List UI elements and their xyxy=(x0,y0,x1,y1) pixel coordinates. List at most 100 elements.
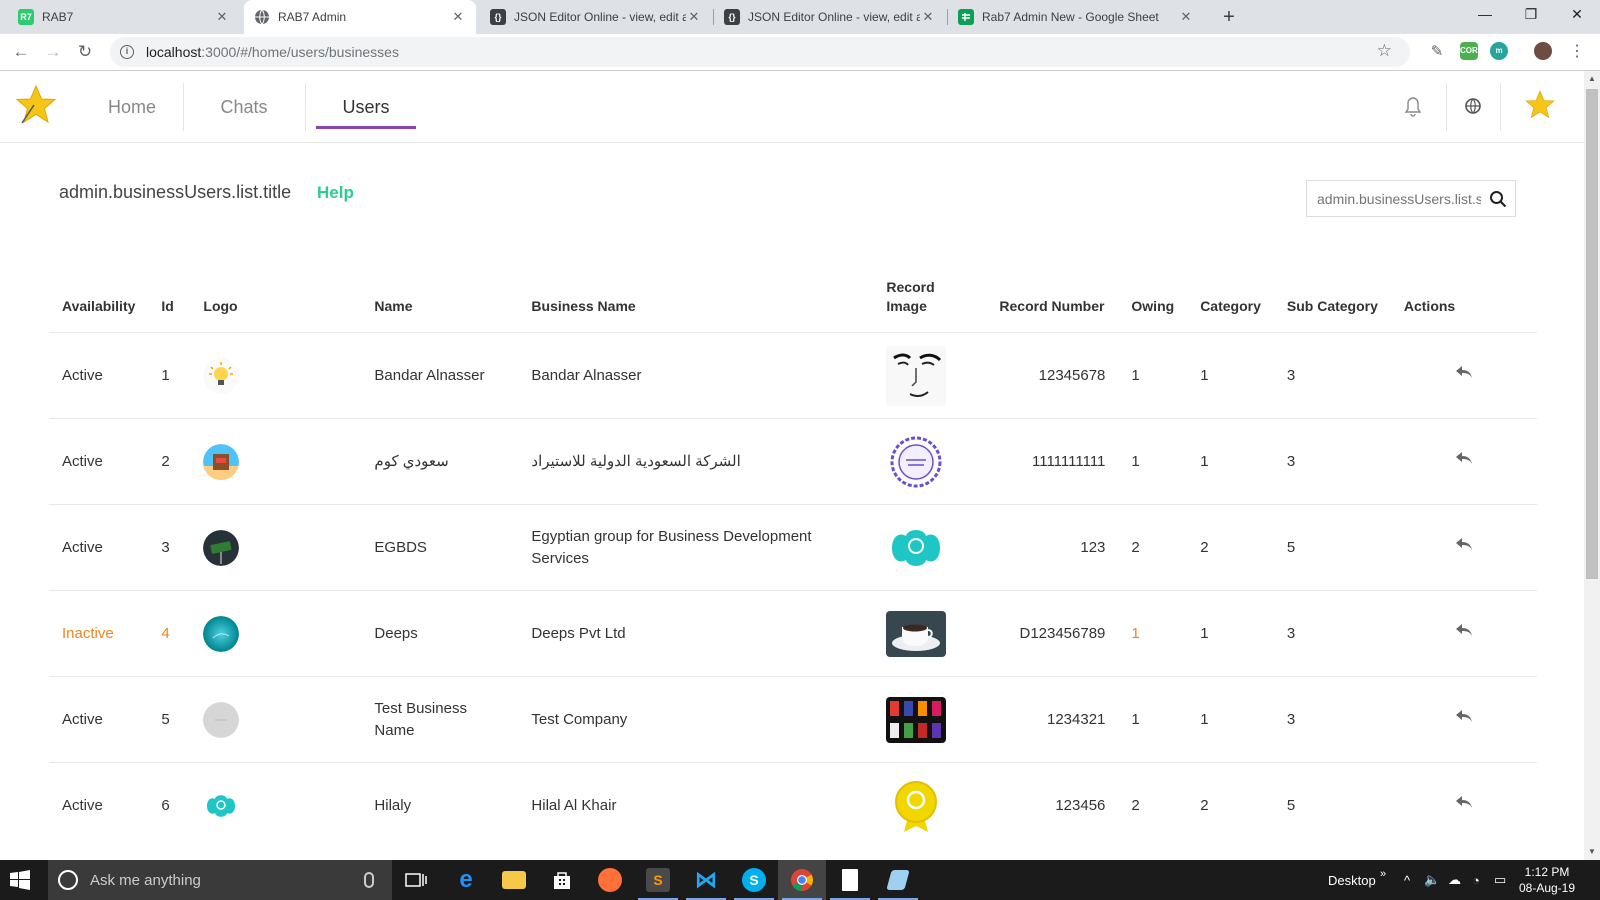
face-sketch-record-image[interactable] xyxy=(886,345,947,406)
desktop-toolbar-label[interactable]: Desktop xyxy=(1328,860,1376,900)
owing-cell: 2 xyxy=(1118,762,1188,849)
address-bar[interactable]: i localhost:3000/#/home/users/businesses… xyxy=(110,37,1410,67)
availability-cell: Inactive xyxy=(49,590,149,677)
owing-cell: 1 xyxy=(1118,590,1188,677)
column-header-actions: Actions xyxy=(1403,298,1456,314)
six-months-logo-icon xyxy=(203,787,240,824)
system-clock[interactable]: 1:12 PM 08-Aug-19 xyxy=(1512,864,1582,896)
microphone-icon[interactable] xyxy=(364,872,374,888)
table-row[interactable]: Inactive 4 Deeps Deeps Pvt Ltd D12345678… xyxy=(49,590,1537,677)
nav-home[interactable]: Home xyxy=(82,71,182,143)
reply-arrow-icon[interactable] xyxy=(1454,450,1474,466)
actions-cell xyxy=(1390,590,1537,677)
table-row[interactable]: Active 1 Bandar Alnasser Bandar Alnasser… xyxy=(49,332,1537,419)
column-header-owing[interactable]: Owing xyxy=(1118,278,1187,333)
table-row[interactable]: Active 6 Hilaly Hilal Al Khair 123456 2 … xyxy=(49,762,1537,849)
nav-divider xyxy=(183,83,184,131)
nav-users[interactable]: Users xyxy=(316,71,416,143)
snipping-tool-icon[interactable] xyxy=(874,860,922,900)
browser-menu-icon[interactable]: ⋮ xyxy=(1564,39,1590,65)
bookmark-star-icon[interactable]: ☆ xyxy=(1377,41,1392,61)
windows-start-icon[interactable] xyxy=(10,870,30,890)
scroll-thumb[interactable] xyxy=(1586,89,1598,579)
browser-tab-rab7[interactable]: R7 RAB7 ✕ xyxy=(8,0,240,34)
close-tab-icon[interactable]: ✕ xyxy=(686,9,702,25)
action-center-icon[interactable]: ▭ xyxy=(1494,860,1506,900)
close-tab-icon[interactable]: ✕ xyxy=(1178,9,1194,25)
edge-browser-icon[interactable]: e xyxy=(442,860,490,900)
sublime-text-icon[interactable]: S xyxy=(634,860,682,900)
color-grid-record-image[interactable] xyxy=(886,696,947,743)
profile-avatar[interactable] xyxy=(1534,42,1552,60)
task-view-icon[interactable] xyxy=(392,860,440,900)
reply-arrow-icon[interactable] xyxy=(1454,708,1474,724)
scroll-up-icon[interactable]: ▲ xyxy=(1584,71,1600,87)
wifi-icon[interactable]: ◔ xyxy=(1472,860,1480,900)
site-info-icon[interactable]: i xyxy=(120,45,134,59)
cors-extension-icon[interactable]: CORS xyxy=(1460,42,1483,60)
search-input[interactable] xyxy=(1317,190,1481,207)
minimize-window-icon[interactable]: — xyxy=(1462,0,1508,30)
restore-window-icon[interactable]: ❐ xyxy=(1508,0,1554,30)
browser-tab-google-sheet[interactable]: Rab7 Admin New - Google Sheet ✕ xyxy=(948,0,1204,34)
firefox-icon[interactable] xyxy=(586,860,634,900)
notepad-icon[interactable] xyxy=(826,860,874,900)
chrome-icon[interactable] xyxy=(778,860,826,900)
new-tab-button[interactable]: + xyxy=(1216,4,1242,30)
file-explorer-icon[interactable] xyxy=(490,860,538,900)
coffee-cup-record-image[interactable] xyxy=(886,610,947,657)
m-extension-icon[interactable]: m xyxy=(1490,42,1508,60)
toolbar-expand-icon[interactable]: » xyxy=(1380,854,1386,894)
reply-arrow-icon[interactable] xyxy=(1454,364,1474,380)
reply-arrow-icon[interactable] xyxy=(1454,622,1474,638)
reply-arrow-icon[interactable] xyxy=(1454,536,1474,552)
tab-title: RAB7 xyxy=(42,10,74,24)
close-tab-icon[interactable]: ✕ xyxy=(920,9,936,25)
skype-icon[interactable]: S xyxy=(730,860,778,900)
search-icon[interactable] xyxy=(1489,190,1507,208)
record-image-cell xyxy=(873,762,987,849)
store-icon[interactable] xyxy=(538,860,586,900)
gold-badge-record-image[interactable] xyxy=(886,775,947,836)
reload-icon[interactable]: ↻ xyxy=(72,39,98,65)
column-header-business-name[interactable]: Business Name xyxy=(518,278,873,333)
column-header-sub-category[interactable]: Sub Category xyxy=(1274,278,1391,333)
column-header-availability[interactable]: Availability xyxy=(49,278,148,333)
bell-notification-icon[interactable] xyxy=(1400,93,1426,119)
help-link[interactable]: Help xyxy=(317,183,354,203)
page-scrollbar[interactable]: ▲ ▼ xyxy=(1584,71,1600,860)
table-row[interactable]: Active 2 سعودي كوم الشركة السعودية الدول… xyxy=(49,418,1537,505)
back-arrow-icon[interactable]: ← xyxy=(8,39,34,65)
close-tab-icon[interactable]: ✕ xyxy=(214,9,230,25)
volume-icon[interactable]: 🔈 xyxy=(1424,860,1440,900)
column-header-record-number[interactable]: Record Number xyxy=(986,278,1118,333)
logo-cell xyxy=(190,332,362,419)
vscode-icon[interactable]: ⋈ xyxy=(682,860,730,900)
logo-cell xyxy=(190,762,362,849)
close-window-icon[interactable]: ✕ xyxy=(1554,0,1600,30)
eyedropper-extension-icon[interactable]: ✎ xyxy=(1424,39,1450,65)
column-header-category[interactable]: Category xyxy=(1187,278,1274,333)
forward-arrow-icon[interactable]: → xyxy=(40,39,66,65)
purple-seal-record-image[interactable] xyxy=(886,431,947,492)
column-header-id[interactable]: Id xyxy=(148,278,190,333)
reply-arrow-icon[interactable] xyxy=(1454,794,1474,810)
scroll-down-icon[interactable]: ▼ xyxy=(1584,844,1600,860)
table-row[interactable]: Active 3 EGBDS Egyptian group for Busine… xyxy=(49,504,1537,591)
tray-chevron-up-icon[interactable]: ^ xyxy=(1404,860,1410,900)
close-tab-icon[interactable]: ✕ xyxy=(450,9,466,25)
table-row[interactable]: Active 5 Test Business Name Test Company… xyxy=(49,676,1537,763)
browser-tab-json-editor-2[interactable]: {} JSON Editor Online - view, edit ar ✕ xyxy=(714,0,946,34)
six-months-cloud-record-image[interactable] xyxy=(886,517,947,578)
rab7-logo-icon[interactable] xyxy=(14,83,58,127)
onedrive-cloud-icon[interactable]: ☁ xyxy=(1448,860,1461,900)
nav-chats[interactable]: Chats xyxy=(200,71,288,143)
cortana-search-box[interactable]: Ask me anything xyxy=(48,860,392,900)
profile-star-icon[interactable] xyxy=(1524,89,1556,121)
name-cell: سعودي كوم xyxy=(361,418,519,505)
globe-language-icon[interactable] xyxy=(1460,93,1486,119)
browser-tab-rab7-admin[interactable]: RAB7 Admin ✕ xyxy=(244,0,476,34)
street-sign-logo-icon xyxy=(203,529,240,566)
browser-tab-json-editor-1[interactable]: {} JSON Editor Online - view, edit ar ✕ xyxy=(480,0,712,34)
column-header-name[interactable]: Name xyxy=(361,278,518,333)
